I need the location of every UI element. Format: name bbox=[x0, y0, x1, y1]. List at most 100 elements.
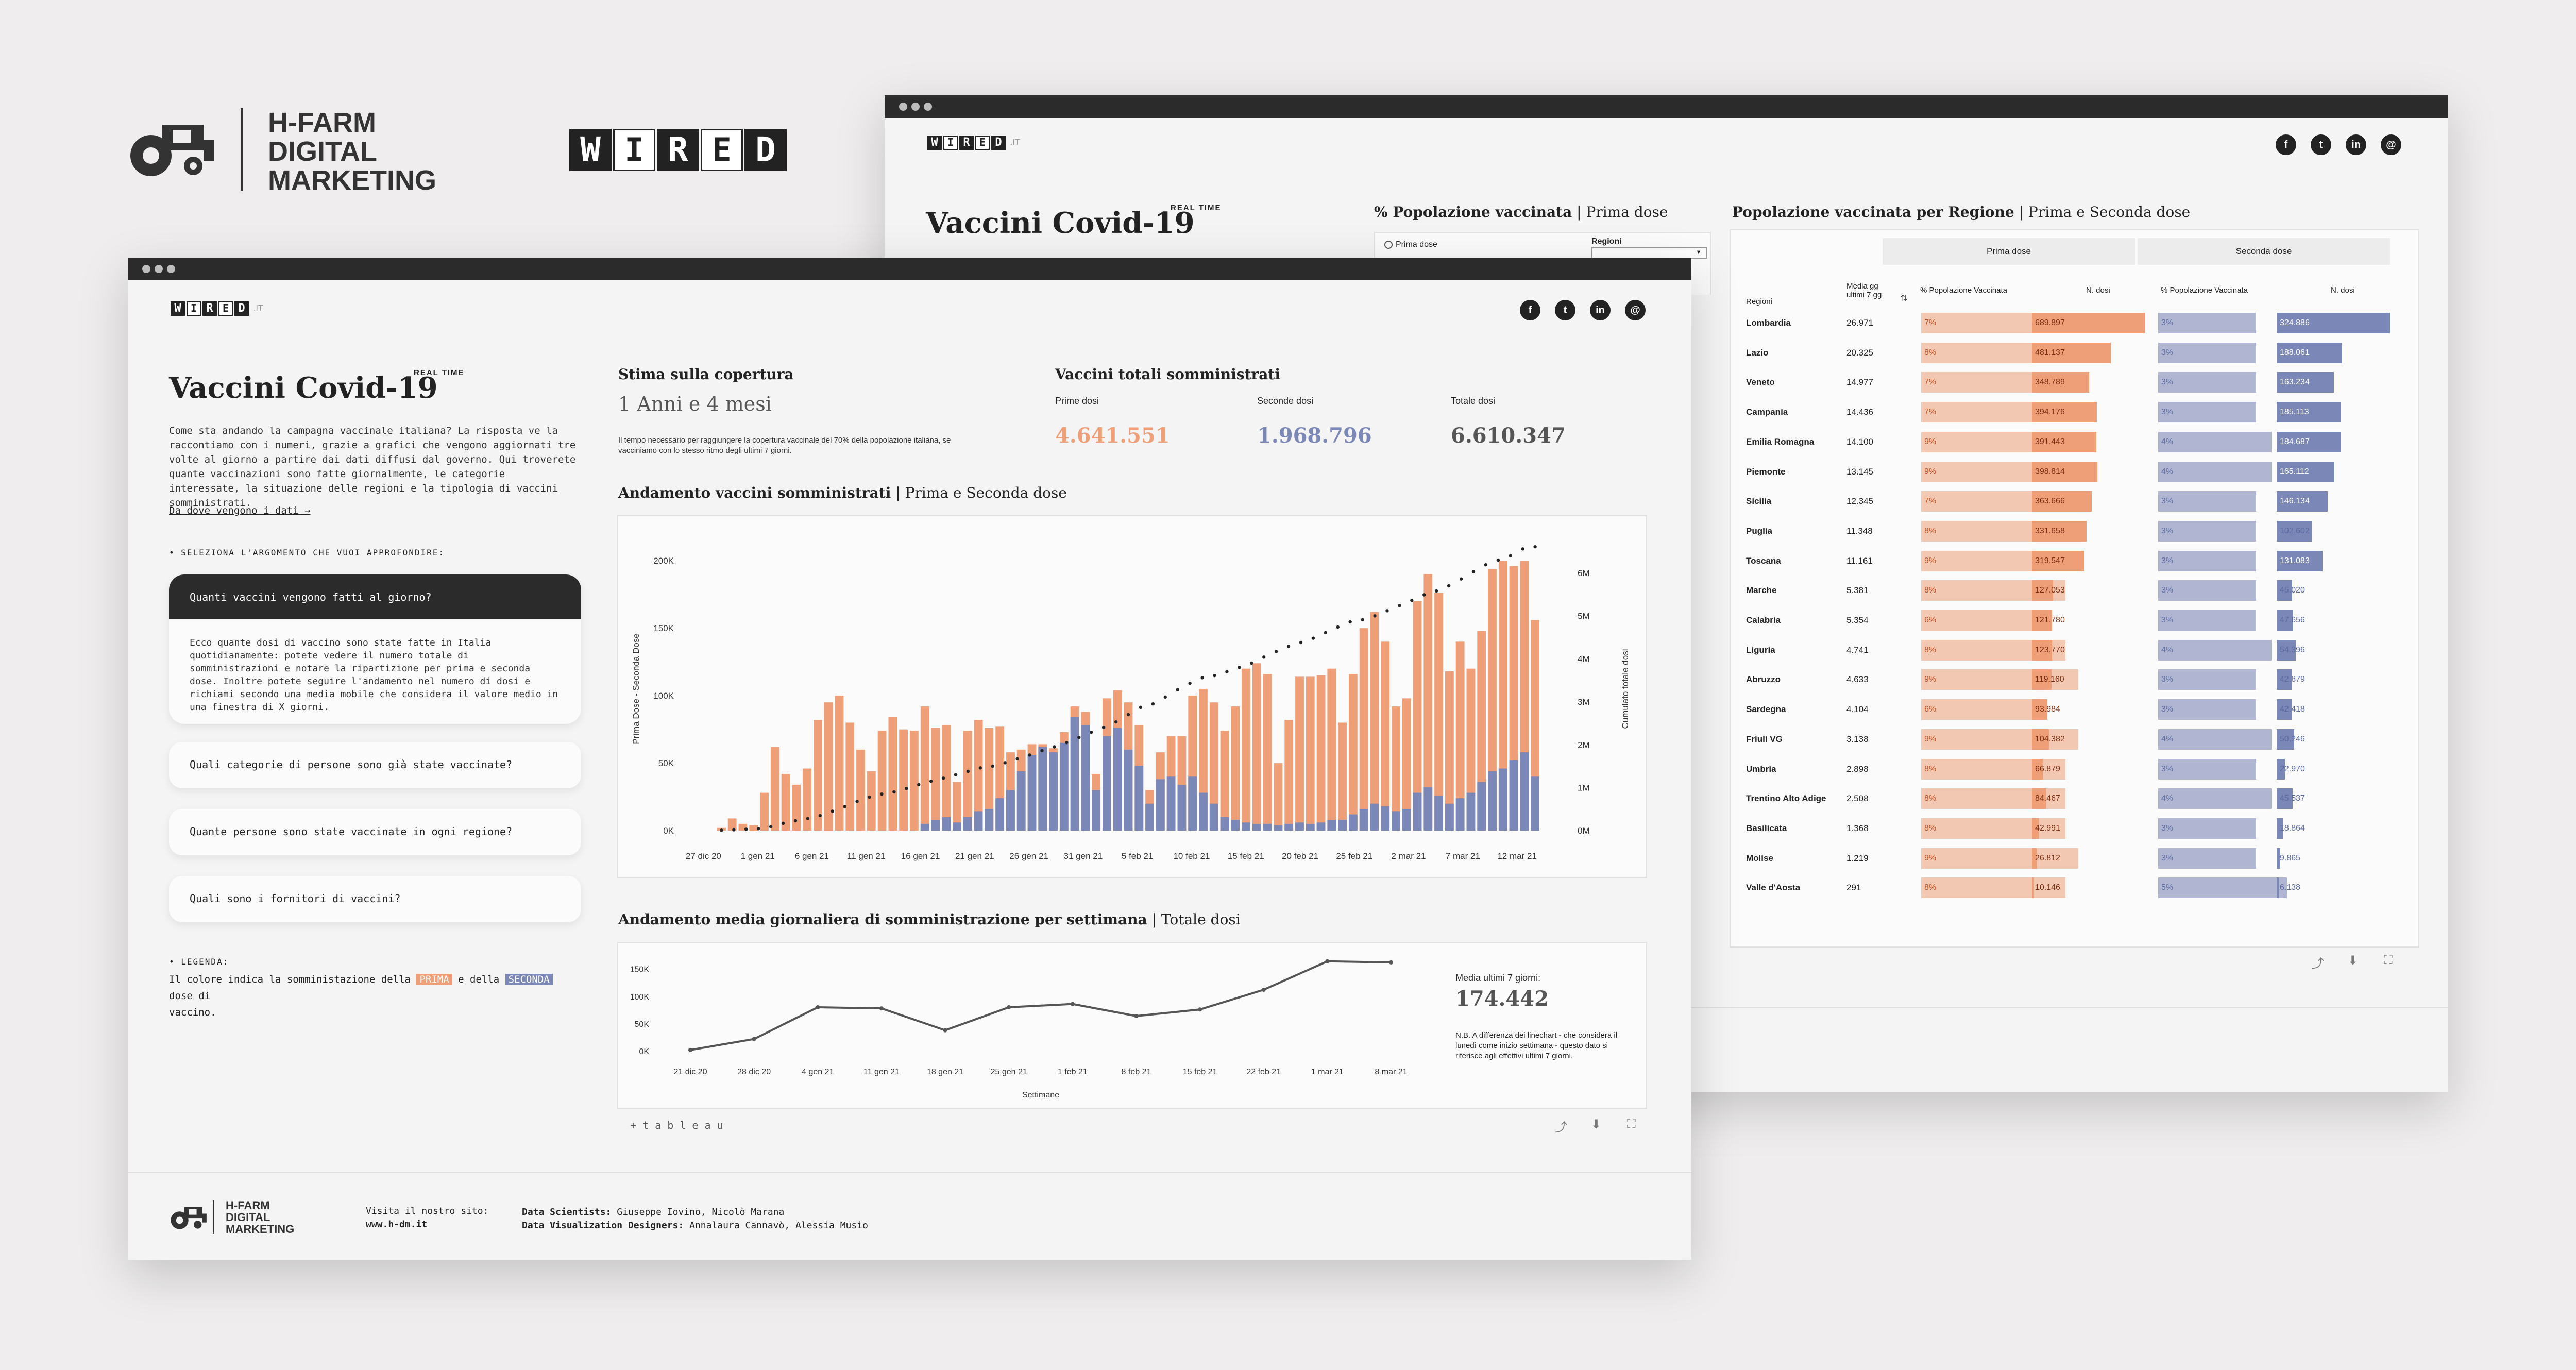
weekly-point[interactable] bbox=[1325, 959, 1330, 963]
bar-seconda-dose[interactable] bbox=[1177, 784, 1187, 831]
back-fullscreen-icon[interactable]: ⛶ bbox=[2384, 953, 2393, 968]
back-download-icon[interactable]: ⬇ bbox=[2348, 953, 2358, 968]
cumulative-point[interactable] bbox=[1521, 547, 1524, 551]
bar-seconda-dose[interactable] bbox=[1124, 749, 1133, 831]
cumulative-point[interactable] bbox=[720, 828, 723, 832]
bar-seconda-dose[interactable] bbox=[1316, 822, 1326, 831]
bar-seconda-dose[interactable] bbox=[1359, 809, 1368, 831]
bar-seconda-dose[interactable] bbox=[1252, 823, 1261, 831]
bar-seconda-dose[interactable] bbox=[1477, 782, 1486, 831]
cumulative-point[interactable] bbox=[1065, 740, 1069, 745]
bar-pct-seconda[interactable] bbox=[2158, 431, 2272, 452]
cumulative-point[interactable] bbox=[1090, 730, 1093, 734]
cumulative-point[interactable] bbox=[880, 792, 884, 796]
bar-prima-dose[interactable] bbox=[1220, 731, 1229, 831]
bar-seconda-dose[interactable] bbox=[1466, 792, 1476, 831]
window-dot[interactable] bbox=[924, 103, 932, 111]
bar-seconda-dose[interactable] bbox=[1392, 811, 1400, 831]
cumulative-point[interactable] bbox=[1324, 631, 1328, 635]
bar-prima-dose[interactable] bbox=[760, 792, 769, 831]
bar-seconda-dose[interactable] bbox=[953, 822, 961, 831]
bar-prima-dose[interactable] bbox=[1434, 593, 1443, 831]
cumulative-point[interactable] bbox=[1250, 661, 1253, 665]
bar-seconda-dose[interactable] bbox=[1295, 822, 1304, 831]
bar-seconda-dose[interactable] bbox=[1338, 820, 1347, 831]
cumulative-point[interactable] bbox=[1398, 604, 1401, 607]
cumulative-point[interactable] bbox=[1139, 705, 1143, 709]
data-source-link[interactable]: Da dove vengono i dati → bbox=[169, 505, 311, 516]
mail-icon[interactable]: @ bbox=[2381, 134, 2401, 155]
bar-seconda-dose[interactable] bbox=[1370, 803, 1379, 831]
accordion-item[interactable]: Quali sono i fornitori di vaccini? bbox=[169, 876, 581, 922]
cumulative-point[interactable] bbox=[769, 825, 773, 828]
window-dot[interactable] bbox=[899, 103, 907, 111]
bar-prima-dose[interactable] bbox=[1348, 674, 1358, 831]
cumulative-point[interactable] bbox=[1410, 599, 1414, 602]
bar-seconda-dose[interactable] bbox=[1381, 806, 1390, 831]
window-dot[interactable] bbox=[167, 265, 175, 273]
cumulative-point[interactable] bbox=[1299, 640, 1303, 645]
cumulative-point[interactable] bbox=[1028, 753, 1031, 757]
back-share-icon[interactable]: ⤴ bbox=[2312, 953, 2324, 971]
bar-pct-prima[interactable] bbox=[1921, 699, 2040, 720]
cumulative-point[interactable] bbox=[756, 827, 760, 831]
cumulative-point[interactable] bbox=[1003, 761, 1007, 765]
bar-prima-dose[interactable] bbox=[867, 771, 876, 831]
cumulative-point[interactable] bbox=[818, 814, 822, 818]
bar-seconda-dose[interactable] bbox=[1166, 776, 1176, 831]
cumulative-point[interactable] bbox=[806, 817, 810, 820]
weekly-average-line[interactable] bbox=[690, 960, 1392, 1051]
bar-seconda-dose[interactable] bbox=[942, 817, 951, 831]
cumulative-point[interactable] bbox=[991, 764, 994, 768]
bar-seconda-dose[interactable] bbox=[1049, 752, 1058, 831]
bar-prima-dose[interactable] bbox=[856, 749, 865, 831]
bar-seconda-dose[interactable] bbox=[1220, 817, 1229, 831]
cumulative-point[interactable] bbox=[831, 809, 834, 813]
weekly-point[interactable] bbox=[1389, 960, 1393, 965]
weekly-point[interactable] bbox=[688, 1047, 692, 1052]
bar-seconda-dose[interactable] bbox=[1006, 790, 1015, 831]
bar-seconda-dose[interactable] bbox=[1188, 776, 1197, 831]
cumulative-point[interactable] bbox=[1188, 681, 1192, 685]
weekly-point[interactable] bbox=[943, 1028, 947, 1033]
tableau-logo[interactable]: + t a b l e a u bbox=[630, 1119, 723, 1131]
bar-seconda-dose[interactable] bbox=[1027, 755, 1037, 831]
bar-prima-dose[interactable] bbox=[920, 706, 929, 831]
bar-seconda-dose[interactable] bbox=[1103, 736, 1111, 831]
regioni-select[interactable]: Regioni ▾ bbox=[1591, 237, 1707, 259]
bar-pct-seconda[interactable] bbox=[2158, 639, 2272, 661]
bar-seconda-dose[interactable] bbox=[985, 809, 994, 831]
bar-seconda-dose[interactable] bbox=[1016, 771, 1026, 831]
daily-doses-chart[interactable]: 0K 50K 100K 150K 200K 0M 1M 2M 3M 4M 5M 6M Prima Dos… bbox=[618, 516, 1646, 877]
cumulative-point[interactable] bbox=[1040, 749, 1044, 753]
accordion-item[interactable]: Quali categorie di persone sono già stat… bbox=[169, 742, 581, 788]
window-dot[interactable] bbox=[142, 265, 150, 273]
cumulative-point[interactable] bbox=[868, 795, 871, 799]
cumulative-point[interactable] bbox=[1213, 673, 1216, 678]
weekly-point[interactable] bbox=[1134, 1014, 1139, 1018]
bar-seconda-dose[interactable] bbox=[963, 817, 972, 831]
footer-site-link[interactable]: www.h-dm.it bbox=[366, 1219, 427, 1230]
cumulative-point[interactable] bbox=[744, 827, 748, 831]
cumulative-point[interactable] bbox=[1373, 614, 1377, 618]
bar-seconda-dose[interactable] bbox=[1348, 814, 1358, 831]
bar-prima-dose[interactable] bbox=[963, 731, 972, 831]
bar-prima-dose[interactable] bbox=[899, 729, 908, 831]
fullscreen-icon[interactable]: ⛶ bbox=[1627, 1117, 1636, 1131]
bar-prima-dose[interactable] bbox=[1370, 612, 1379, 831]
cumulative-point[interactable] bbox=[1101, 725, 1106, 730]
cumulative-point[interactable] bbox=[1459, 577, 1463, 581]
weekly-point[interactable] bbox=[1007, 1005, 1011, 1009]
bar-seconda-dose[interactable] bbox=[1509, 760, 1518, 831]
cumulative-point[interactable] bbox=[978, 766, 982, 770]
bar-prima-dose[interactable] bbox=[1274, 763, 1283, 831]
bar-prima-dose[interactable] bbox=[770, 747, 779, 831]
bar-seconda-dose[interactable] bbox=[1134, 766, 1144, 831]
bar-seconda-dose[interactable] bbox=[1113, 728, 1122, 831]
bar-seconda-dose[interactable] bbox=[1284, 823, 1294, 831]
bar-seconda-dose[interactable] bbox=[1498, 768, 1507, 831]
cumulative-point[interactable] bbox=[1361, 618, 1364, 622]
prima-dose-radio[interactable]: Prima dose bbox=[1384, 240, 1437, 249]
bar-seconda-dose[interactable] bbox=[1434, 795, 1443, 831]
bar-prima-dose[interactable] bbox=[814, 720, 822, 831]
